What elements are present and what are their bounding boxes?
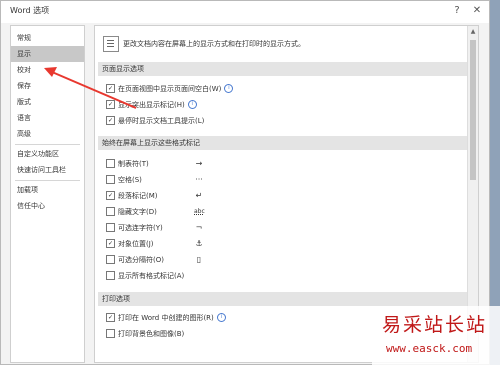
checkbox-paragraph-marks[interactable]: ✓ — [106, 190, 115, 200]
checkbox-show-whitespace[interactable]: ✓ — [106, 83, 115, 93]
sidebar-item-trust-center[interactable]: 信任中心 — [11, 198, 84, 214]
checkbox-print-background[interactable] — [106, 328, 115, 338]
option-label: 悬停时显示文档工具提示(L) — [118, 117, 205, 125]
option-label: 显示突出显示标记(H) — [118, 101, 185, 109]
options-sidebar: 常规 显示 校对 保存 版式 语言 高级 自定义功能区 快速访问工具栏 加载项 … — [10, 25, 85, 363]
section-header-formatting-marks: 始终在屏幕上显示这些格式标记 — [98, 136, 473, 150]
intro-text: 更改文档内容在屏幕上的显示方式和在打印时的显示方式。 — [123, 40, 305, 48]
sidebar-divider — [15, 144, 80, 145]
sidebar-item-add-ins[interactable]: 加载项 — [11, 182, 84, 198]
space-mark-icon: ··· — [195, 175, 203, 184]
option-label: 在页面视图中显示页面间空白(W) — [118, 85, 222, 93]
option-row: ✓ 在页面视图中显示页面间空白(W) i — [106, 83, 234, 95]
tab-mark-icon: → — [195, 159, 203, 168]
intro-text-row: 更改文档内容在屏幕上的显示方式和在打印时的显示方式。 — [103, 36, 305, 52]
watermark: 易采站长站 www.easck.com — [372, 306, 500, 365]
watermark-url: www.easck.com — [386, 342, 473, 355]
sidebar-item-language[interactable]: 语言 — [11, 110, 84, 126]
title-bar: Word 选项 ? ✕ — [1, 1, 489, 23]
checkbox-print-drawings[interactable]: ✓ — [106, 312, 115, 322]
sidebar-divider — [15, 180, 80, 181]
option-row: ✓ 悬停时显示文档工具提示(L) — [106, 115, 204, 127]
dialog-title: Word 选项 — [10, 6, 50, 15]
display-settings-icon — [103, 36, 119, 52]
option-row: 可选连字符(Y) — [106, 222, 163, 234]
optional-break-icon: ▯ — [196, 255, 202, 264]
hidden-text-icon: abc — [194, 208, 205, 215]
sidebar-item-layout[interactable]: 版式 — [11, 94, 84, 110]
scroll-thumb[interactable] — [470, 40, 476, 180]
option-row: 可选分隔符(O) — [106, 254, 164, 266]
option-label: 显示所有格式标记(A) — [118, 272, 185, 280]
section-header-page-display: 页面显示选项 — [98, 62, 473, 76]
option-row: 显示所有格式标记(A) — [106, 270, 184, 282]
option-row: 制表符(T) — [106, 158, 149, 170]
checkbox-optional-hyphens[interactable] — [106, 222, 115, 232]
sidebar-item-customize-ribbon[interactable]: 自定义功能区 — [11, 146, 84, 162]
option-label: 打印背景色和图像(B) — [118, 330, 185, 338]
option-row: ✓ 对象位置(J) — [106, 238, 154, 250]
sidebar-item-general[interactable]: 常规 — [11, 30, 84, 46]
close-button[interactable]: ✕ — [469, 3, 485, 19]
anchor-icon: ⚓ — [195, 239, 203, 248]
option-row: 隐藏文字(D) — [106, 206, 157, 218]
sidebar-item-quick-access-toolbar[interactable]: 快速访问工具栏 — [11, 162, 84, 178]
option-label: 打印在 Word 中创建的图形(R) — [118, 314, 214, 322]
checkbox-hidden-text[interactable] — [106, 206, 115, 216]
checkbox-optional-breaks[interactable] — [106, 254, 115, 264]
option-row: ✓ 打印在 Word 中创建的图形(R) i — [106, 312, 226, 324]
paragraph-mark-icon: ↵ — [195, 191, 203, 200]
option-label: 空格(S) — [118, 176, 142, 184]
info-icon[interactable]: i — [224, 83, 234, 93]
sidebar-item-advanced[interactable]: 高级 — [11, 126, 84, 142]
scroll-up-arrow-icon[interactable]: ▲ — [469, 27, 477, 37]
option-row: 打印背景色和图像(B) — [106, 328, 184, 340]
sidebar-item-proofing[interactable]: 校对 — [11, 62, 84, 78]
option-row: ✓ 显示突出显示标记(H) i — [106, 99, 197, 111]
sidebar-item-display[interactable]: 显示 — [11, 46, 84, 62]
help-button[interactable]: ? — [449, 3, 465, 19]
option-row: 空格(S) — [106, 174, 142, 186]
checkbox-show-highlighter-marks[interactable]: ✓ — [106, 99, 115, 109]
watermark-text: 易采站长站 — [382, 314, 488, 336]
checkbox-tab-characters[interactable] — [106, 158, 115, 168]
info-icon[interactable]: i — [187, 99, 197, 109]
checkbox-spaces[interactable] — [106, 174, 115, 184]
checkbox-object-anchors[interactable]: ✓ — [106, 238, 115, 248]
section-header-print: 打印选项 — [98, 292, 473, 306]
sidebar-item-save[interactable]: 保存 — [11, 78, 84, 94]
option-label: 对象位置(J) — [118, 240, 154, 248]
checkbox-show-document-tooltips[interactable]: ✓ — [106, 115, 115, 125]
option-label: 段落标记(M) — [118, 192, 158, 200]
option-label: 可选分隔符(O) — [118, 256, 164, 264]
option-label: 可选连字符(Y) — [118, 224, 163, 232]
option-label: 制表符(T) — [118, 160, 149, 168]
optional-hyphen-icon: ¬ — [195, 223, 203, 232]
option-label: 隐藏文字(D) — [118, 208, 157, 216]
option-row: ✓ 段落标记(M) — [106, 190, 158, 202]
checkbox-show-all-formatting-marks[interactable] — [106, 270, 115, 280]
info-icon[interactable]: i — [216, 312, 226, 322]
